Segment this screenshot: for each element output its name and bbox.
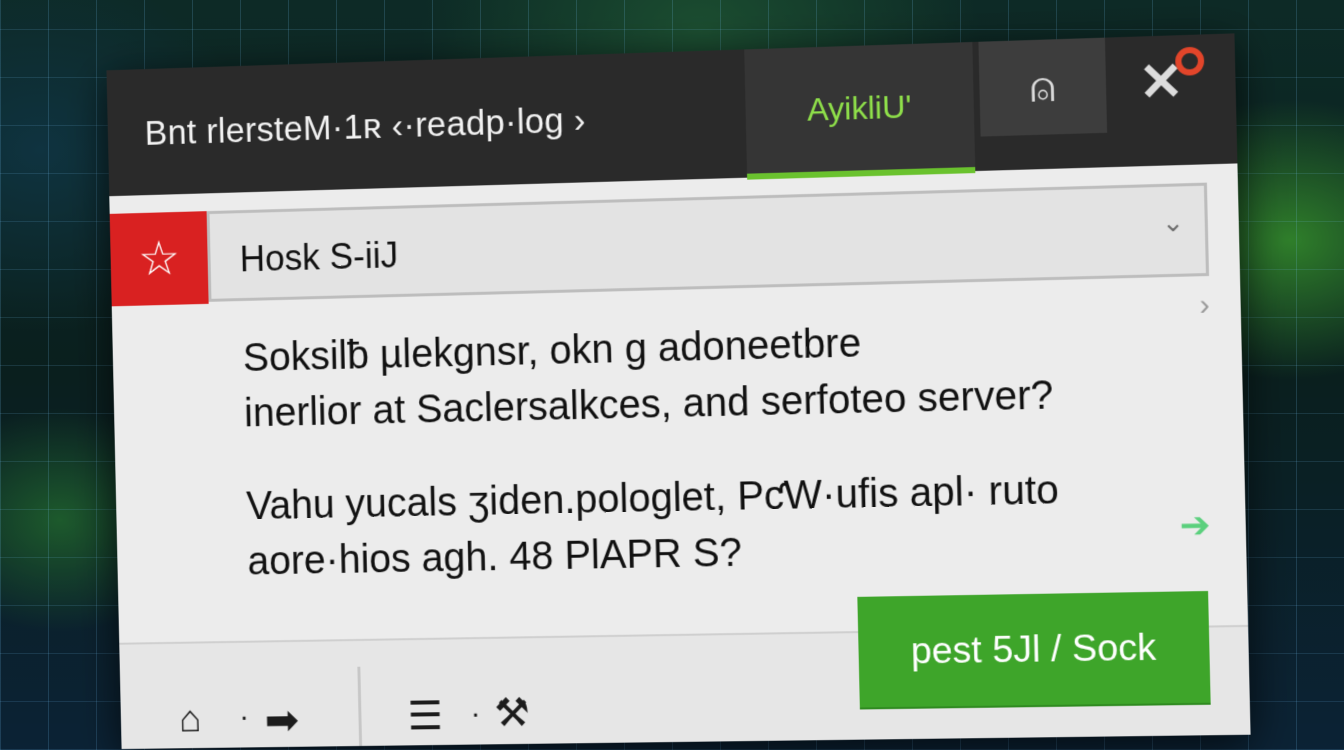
home-icon[interactable]: ⌂ (179, 699, 202, 742)
dot-separator: · (470, 696, 481, 730)
chevron-down-icon[interactable]: ⌄ (1161, 207, 1184, 239)
content-paragraph-2: Vahu yucals ӡiden.pologlet, PƈW·ufis apl… (246, 460, 1148, 589)
document-icon[interactable]: ☰ (407, 693, 443, 739)
notification-dot (1174, 46, 1205, 76)
tab-active-label: AyikliU' (806, 88, 912, 128)
search-value: Hosk S-iiJ (239, 234, 399, 280)
cta-button[interactable]: pest 5Jl / Sock (857, 590, 1211, 708)
search-input[interactable]: Hosk S-iiJ ⌄ (206, 182, 1210, 302)
forward-arrow-icon[interactable]: ➡ (264, 695, 299, 744)
star-icon[interactable]: ☆ (109, 211, 209, 307)
content-paragraph-1: Soksilƀ µlekgnsr, okn g adoneetbre inerl… (242, 309, 1124, 442)
arrow-right-icon[interactable]: ➔ (1179, 504, 1211, 547)
tool-icon[interactable]: ⚒ (494, 690, 531, 736)
tab-active[interactable]: AyikliU' (744, 41, 976, 180)
chevron-right-icon[interactable]: › (1199, 288, 1210, 323)
search-row: ☆ Hosk S-iiJ ⌄ (109, 182, 1210, 307)
dialog-panel: Bnt rlersteM·1ʀ ‹·readp·log › AyikliU' ⍝… (106, 33, 1251, 750)
dot-separator: · (238, 699, 250, 733)
house-a-icon[interactable]: ⍝ (978, 37, 1108, 137)
close-button[interactable]: ✕ (1124, 40, 1208, 124)
window-title: Bnt rlersteM·1ʀ ‹·readp·log › (144, 100, 587, 153)
